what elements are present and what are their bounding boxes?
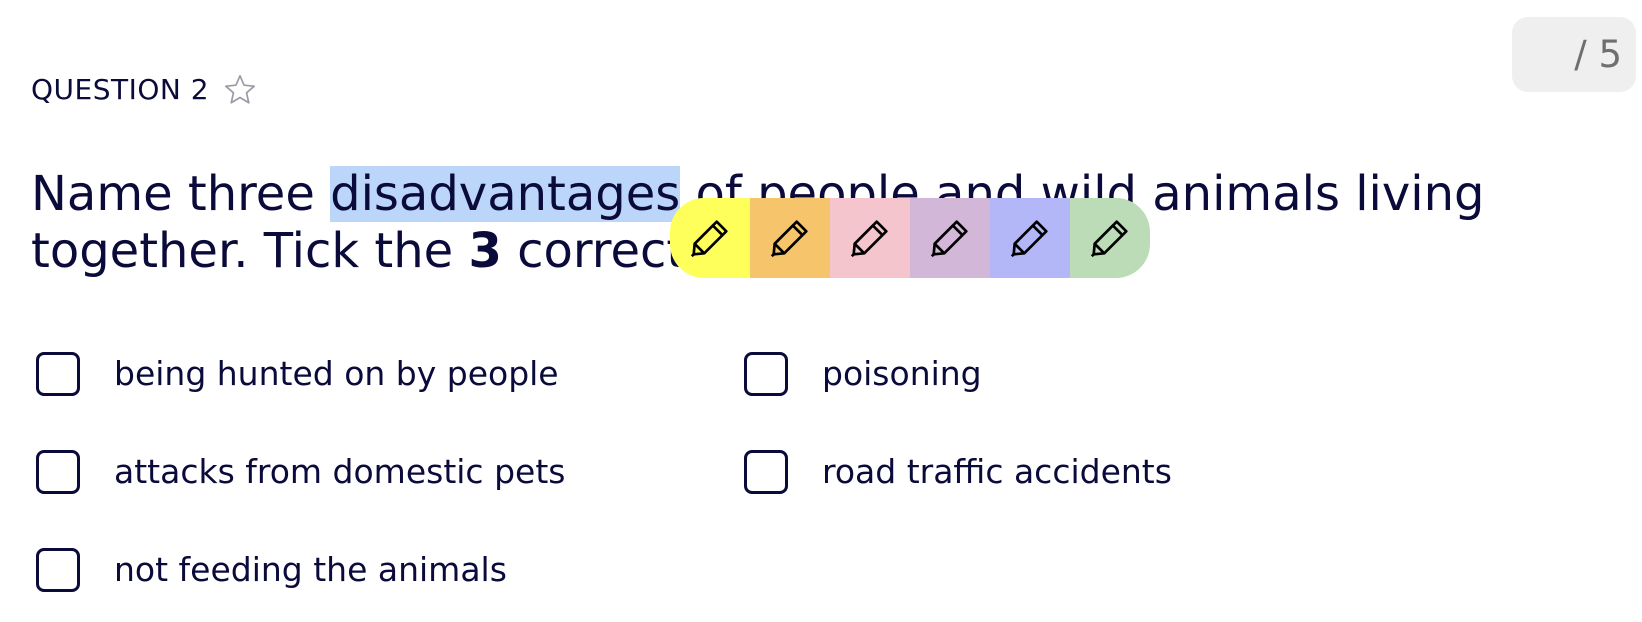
pencil-icon (767, 215, 813, 261)
option-label: not feeding the animals (114, 550, 507, 589)
option-label: attacks from domestic pets (114, 452, 566, 491)
highlight-green-button[interactable] (1070, 198, 1150, 278)
checkbox[interactable] (36, 450, 80, 494)
pencil-icon (1007, 215, 1053, 261)
highlight-yellow-button[interactable] (670, 198, 750, 278)
score-box: / 5 (1512, 17, 1636, 92)
score-text: / 5 (1574, 33, 1622, 76)
option-being-hunted[interactable]: being hunted on by people (36, 352, 559, 396)
checkbox[interactable] (744, 352, 788, 396)
selected-word[interactable]: disadvantages (330, 166, 681, 222)
pencil-icon (1087, 215, 1133, 261)
option-label: road traffic accidents (822, 452, 1172, 491)
question-header: QUESTION 2 (31, 72, 257, 108)
question-number: 3 (468, 223, 502, 279)
pencil-icon (927, 215, 973, 261)
pencil-icon (847, 215, 893, 261)
option-not-feeding[interactable]: not feeding the animals (36, 548, 507, 592)
question-label: QUESTION 2 (31, 73, 210, 106)
option-label: being hunted on by people (114, 354, 559, 393)
highlight-orange-button[interactable] (750, 198, 830, 278)
option-poisoning[interactable]: poisoning (744, 352, 982, 396)
highlight-blue-button[interactable] (990, 198, 1070, 278)
option-label: poisoning (822, 354, 982, 393)
checkbox[interactable] (36, 352, 80, 396)
highlight-purple-button[interactable] (910, 198, 990, 278)
star-icon[interactable] (223, 73, 257, 107)
pencil-icon (687, 215, 733, 261)
option-road-traffic[interactable]: road traffic accidents (744, 450, 1172, 494)
highlight-toolbar (670, 198, 1150, 278)
checkbox[interactable] (36, 548, 80, 592)
highlight-pink-button[interactable] (830, 198, 910, 278)
option-domestic-pets[interactable]: attacks from domestic pets (36, 450, 565, 494)
question-text-before: Name three (31, 166, 331, 222)
checkbox[interactable] (744, 450, 788, 494)
